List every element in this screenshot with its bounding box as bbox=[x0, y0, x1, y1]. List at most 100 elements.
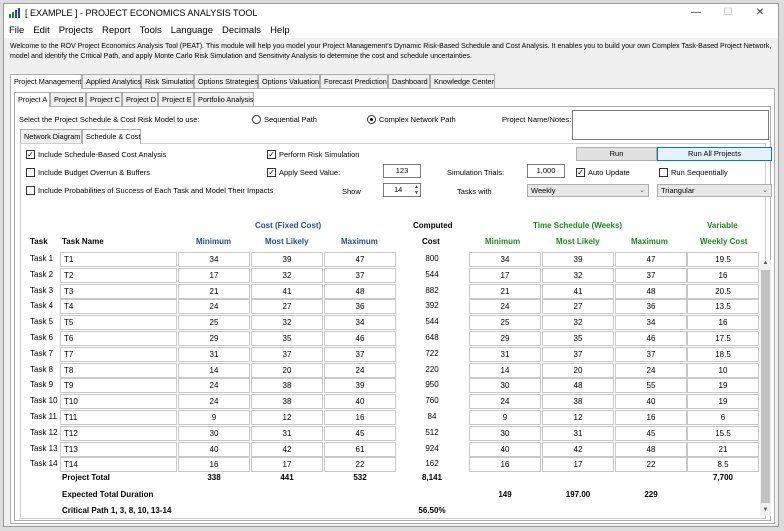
include-schedule-cost-checkbox[interactable]: ✓ bbox=[26, 150, 35, 159]
weekly-cell[interactable]: 17.5 bbox=[687, 331, 759, 346]
sequential-path-radio[interactable] bbox=[252, 115, 261, 124]
tab-applied-analytics[interactable]: Applied Analytics bbox=[82, 74, 141, 88]
weekly-cell[interactable]: 19 bbox=[687, 394, 759, 410]
perform-risk-checkbox[interactable]: ✓ bbox=[267, 150, 276, 159]
tmax-cell[interactable]: 48 bbox=[615, 441, 687, 457]
tmax-cell[interactable]: 16 bbox=[615, 410, 687, 425]
max-cell[interactable]: 24 bbox=[324, 362, 396, 378]
tmin-cell[interactable]: 17 bbox=[469, 267, 541, 283]
min-cell[interactable]: 24 bbox=[178, 299, 250, 315]
tml-cell[interactable]: 41 bbox=[542, 283, 614, 299]
weekly-cell[interactable]: 16 bbox=[687, 267, 759, 283]
tmax-cell[interactable]: 45 bbox=[615, 425, 687, 441]
tab-options-strategies[interactable]: Options Strategies bbox=[194, 74, 258, 88]
run-all-projects-button[interactable]: Run All Projects bbox=[657, 147, 772, 161]
weekly-cell[interactable]: 19.5 bbox=[687, 252, 759, 267]
task-name-cell[interactable]: T2 bbox=[60, 267, 177, 283]
tmin-cell[interactable]: 21 bbox=[469, 283, 541, 299]
tmin-cell[interactable]: 9 bbox=[469, 410, 541, 425]
min-cell[interactable]: 31 bbox=[178, 346, 250, 362]
complex-network-radio[interactable] bbox=[367, 115, 376, 124]
max-cell[interactable]: 34 bbox=[324, 315, 396, 331]
max-cell[interactable]: 36 bbox=[324, 299, 396, 315]
run-button[interactable]: Run bbox=[576, 147, 657, 161]
max-cell[interactable]: 40 bbox=[324, 394, 396, 410]
tmax-cell[interactable]: 37 bbox=[615, 346, 687, 362]
scroll-up-icon[interactable]: ▲ bbox=[761, 260, 770, 269]
task-name-cell[interactable]: T1 bbox=[60, 252, 177, 267]
ml-cell[interactable]: 39 bbox=[251, 252, 323, 267]
weekly-cell[interactable]: 18.5 bbox=[687, 346, 759, 362]
ml-cell[interactable]: 27 bbox=[251, 299, 323, 315]
tml-cell[interactable]: 17 bbox=[542, 457, 614, 473]
tmin-cell[interactable]: 31 bbox=[469, 346, 541, 362]
min-cell[interactable]: 17 bbox=[178, 267, 250, 283]
tmax-cell[interactable]: 36 bbox=[615, 299, 687, 315]
include-budget-checkbox[interactable] bbox=[26, 168, 35, 177]
include-probabilities-checkbox[interactable] bbox=[26, 186, 35, 195]
max-cell[interactable]: 46 bbox=[324, 331, 396, 346]
min-cell[interactable]: 16 bbox=[178, 457, 250, 473]
menu-edit[interactable]: Edit bbox=[28, 22, 53, 36]
tab-knowledge-center[interactable]: Knowledge Center bbox=[430, 74, 495, 88]
ml-cell[interactable]: 37 bbox=[251, 346, 323, 362]
apply-seed-checkbox[interactable]: ✓ bbox=[267, 168, 276, 177]
task-name-cell[interactable]: T6 bbox=[60, 331, 177, 346]
tab-project-c[interactable]: Project C bbox=[86, 92, 122, 106]
task-name-cell[interactable]: T3 bbox=[60, 283, 177, 299]
task-name-cell[interactable]: T4 bbox=[60, 299, 177, 315]
menu-language[interactable]: Language bbox=[166, 22, 217, 36]
weekly-cell[interactable]: 19 bbox=[687, 378, 759, 394]
tmin-cell[interactable]: 30 bbox=[469, 425, 541, 441]
vertical-scrollbar[interactable]: ▲ ▼ bbox=[760, 260, 771, 516]
tmin-cell[interactable]: 16 bbox=[469, 457, 541, 473]
min-cell[interactable]: 9 bbox=[178, 410, 250, 425]
tml-cell[interactable]: 12 bbox=[542, 410, 614, 425]
tmin-cell[interactable]: 24 bbox=[469, 394, 541, 410]
min-cell[interactable]: 21 bbox=[178, 283, 250, 299]
menu-tools[interactable]: Tools bbox=[135, 22, 166, 36]
tab-network-diagram[interactable]: Network Diagram bbox=[20, 129, 82, 143]
max-cell[interactable]: 61 bbox=[324, 441, 396, 457]
tab-schedule-cost[interactable]: Schedule & Cost bbox=[82, 129, 141, 144]
tab-project-b[interactable]: Project B bbox=[50, 92, 86, 106]
tmin-cell[interactable]: 30 bbox=[469, 378, 541, 394]
min-cell[interactable]: 24 bbox=[178, 378, 250, 394]
tmax-cell[interactable]: 46 bbox=[615, 331, 687, 346]
ml-cell[interactable]: 38 bbox=[251, 378, 323, 394]
weekly-cell[interactable]: 13.5 bbox=[687, 299, 759, 315]
tmax-cell[interactable]: 47 bbox=[615, 252, 687, 267]
ml-cell[interactable]: 31 bbox=[251, 425, 323, 441]
task-name-cell[interactable]: T13 bbox=[60, 441, 177, 457]
tab-dashboard[interactable]: Dashboard bbox=[388, 74, 430, 88]
task-name-cell[interactable]: T11 bbox=[60, 410, 177, 425]
max-cell[interactable]: 39 bbox=[324, 378, 396, 394]
run-sequentially-checkbox[interactable] bbox=[659, 168, 668, 177]
min-cell[interactable]: 40 bbox=[178, 441, 250, 457]
tml-cell[interactable]: 27 bbox=[542, 299, 614, 315]
tml-cell[interactable]: 31 bbox=[542, 425, 614, 441]
tml-cell[interactable]: 32 bbox=[542, 267, 614, 283]
tmax-cell[interactable]: 34 bbox=[615, 315, 687, 331]
min-cell[interactable]: 14 bbox=[178, 362, 250, 378]
tmax-cell[interactable]: 40 bbox=[615, 394, 687, 410]
tmax-cell[interactable]: 24 bbox=[615, 362, 687, 378]
tml-cell[interactable]: 38 bbox=[542, 394, 614, 410]
max-cell[interactable]: 47 bbox=[324, 252, 396, 267]
ml-cell[interactable]: 17 bbox=[251, 457, 323, 473]
ml-cell[interactable]: 42 bbox=[251, 441, 323, 457]
tmin-cell[interactable]: 40 bbox=[469, 441, 541, 457]
weekly-cell[interactable]: 10 bbox=[687, 362, 759, 378]
tmax-cell[interactable]: 48 bbox=[615, 283, 687, 299]
stepper-arrows-icon[interactable]: ▲ ▼ bbox=[414, 184, 419, 196]
ml-cell[interactable]: 38 bbox=[251, 394, 323, 410]
ml-cell[interactable]: 32 bbox=[251, 315, 323, 331]
task-name-cell[interactable]: T7 bbox=[60, 346, 177, 362]
tab-project-management[interactable]: Project Management bbox=[10, 74, 82, 89]
tab-risk-simulation[interactable]: Risk Simulation bbox=[141, 74, 195, 88]
tml-cell[interactable]: 20 bbox=[542, 362, 614, 378]
tmin-cell[interactable]: 29 bbox=[469, 331, 541, 346]
tmin-cell[interactable]: 24 bbox=[469, 299, 541, 315]
ml-cell[interactable]: 12 bbox=[251, 410, 323, 425]
weekly-cell[interactable]: 21 bbox=[687, 441, 759, 457]
